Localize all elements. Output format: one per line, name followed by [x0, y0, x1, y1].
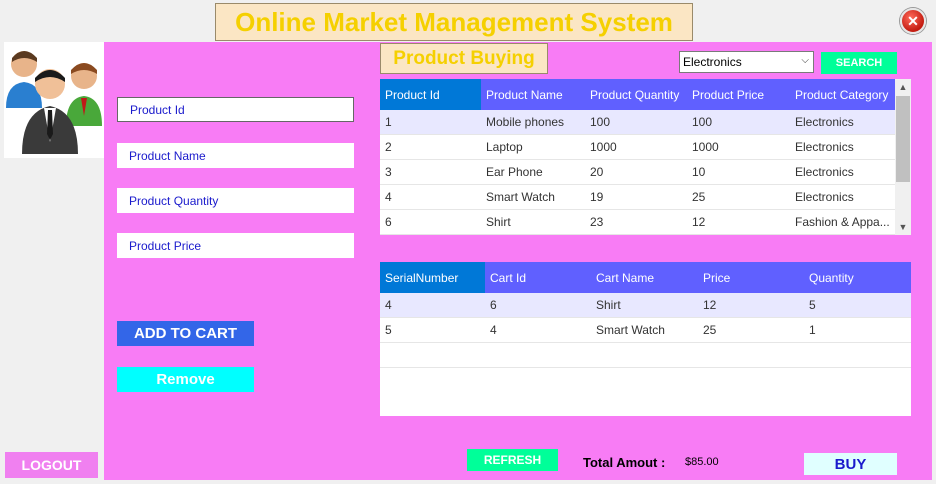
- category-select-value: Electronics: [683, 55, 742, 69]
- avatar: [4, 42, 104, 158]
- remove-button[interactable]: Remove: [117, 367, 254, 392]
- users-group-icon: [6, 51, 102, 154]
- table-cell: Electronics: [795, 115, 854, 129]
- product-price-field[interactable]: Product Price: [117, 233, 354, 258]
- table-cell: Shirt: [596, 298, 621, 312]
- table-cell: Shirt: [486, 215, 511, 229]
- table-cell: 100: [590, 115, 611, 129]
- left-strip: [4, 158, 104, 480]
- table-cell: 23: [590, 215, 604, 229]
- products-table-header: Product Id Product Name Product Quantity…: [380, 79, 911, 110]
- table-cell: 19: [590, 190, 604, 204]
- chevron-down-icon: ⌵: [801, 55, 809, 66]
- table-cell: 1: [809, 323, 816, 337]
- table-row[interactable]: 4 Smart Watch 19 25 Electronics: [380, 185, 911, 210]
- table-row[interactable]: 6 Shirt 23 12 Fashion & Appa...: [380, 210, 911, 235]
- cart-table-header: SerialNumber Cart Id Cart Name Price Qua…: [380, 262, 911, 293]
- table-cell: Fashion & Appa...: [795, 215, 890, 229]
- product-quantity-field[interactable]: Product Quantity: [117, 188, 354, 213]
- table-cell: 4: [385, 298, 392, 312]
- products-scrollbar[interactable]: ▲ ▼: [895, 79, 911, 235]
- table-cell: 12: [692, 215, 706, 229]
- table-cell: Ear Phone: [486, 165, 543, 179]
- table-row[interactable]: 3 Ear Phone 20 10 Electronics: [380, 160, 911, 185]
- column-header[interactable]: Price: [698, 262, 804, 293]
- table-cell: Laptop: [486, 140, 523, 154]
- product-name-field[interactable]: Product Name: [117, 143, 354, 168]
- table-cell: 3: [385, 165, 392, 179]
- total-label: Total Amout :: [583, 455, 666, 470]
- scroll-down-icon[interactable]: ▼: [895, 219, 911, 235]
- table-cell: 6: [385, 215, 392, 229]
- total-value: $85.00: [685, 456, 719, 468]
- table-cell: 6: [490, 298, 497, 312]
- table-cell: Smart Watch: [596, 323, 665, 337]
- table-cell: 4: [385, 190, 392, 204]
- buy-button[interactable]: BUY: [804, 453, 897, 475]
- table-cell: Electronics: [795, 140, 854, 154]
- table-cell: Smart Watch: [486, 190, 555, 204]
- table-row[interactable]: 1 Mobile phones 100 100 Electronics: [380, 110, 911, 135]
- category-select[interactable]: Electronics ⌵: [679, 51, 814, 73]
- table-cell: 1: [385, 115, 392, 129]
- table-cell: 100: [692, 115, 713, 129]
- cart-table[interactable]: SerialNumber Cart Id Cart Name Price Qua…: [380, 262, 911, 416]
- add-to-cart-button[interactable]: ADD TO CART: [117, 321, 254, 346]
- table-cell: 1000: [590, 140, 617, 154]
- column-header[interactable]: Cart Name: [591, 262, 698, 293]
- column-header[interactable]: Product Category: [790, 79, 895, 110]
- product-id-field[interactable]: Product Id: [117, 97, 354, 122]
- table-cell: 4: [490, 323, 497, 337]
- column-header[interactable]: Product Name: [481, 79, 585, 110]
- products-table[interactable]: Product Id Product Name Product Quantity…: [380, 79, 911, 235]
- table-cell: 5: [809, 298, 816, 312]
- table-cell: Electronics: [795, 165, 854, 179]
- column-header[interactable]: Cart Id: [485, 262, 591, 293]
- table-cell: 1000: [692, 140, 719, 154]
- column-header[interactable]: SerialNumber: [380, 262, 485, 293]
- table-cell: 12: [703, 298, 717, 312]
- table-cell: 5: [385, 323, 392, 337]
- table-row[interactable]: 4 6 Shirt 12 5: [380, 293, 911, 318]
- search-button[interactable]: SEARCH: [821, 52, 897, 74]
- column-header[interactable]: Quantity: [804, 262, 911, 293]
- table-cell: 2: [385, 140, 392, 154]
- column-header[interactable]: Product Id: [380, 79, 481, 110]
- table-cell: 20: [590, 165, 604, 179]
- table-cell: Mobile phones: [486, 115, 565, 129]
- table-row[interactable]: 2 Laptop 1000 1000 Electronics: [380, 135, 911, 160]
- close-icon[interactable]: ✕: [900, 8, 926, 34]
- scrollbar-thumb[interactable]: [896, 96, 910, 182]
- table-cell: 25: [703, 323, 717, 337]
- table-row: [380, 343, 911, 368]
- table-row[interactable]: 5 4 Smart Watch 25 1: [380, 318, 911, 343]
- table-cell: Electronics: [795, 190, 854, 204]
- column-header[interactable]: Product Price: [687, 79, 790, 110]
- refresh-button[interactable]: REFRESH: [467, 449, 558, 471]
- logout-button[interactable]: LOGOUT: [5, 452, 98, 478]
- table-cell: 10: [692, 165, 706, 179]
- table-cell: 25: [692, 190, 706, 204]
- scroll-up-icon[interactable]: ▲: [895, 79, 911, 95]
- section-title: Product Buying: [380, 43, 548, 74]
- app-title: Online Market Management System: [215, 3, 693, 41]
- column-header[interactable]: Product Quantity: [585, 79, 687, 110]
